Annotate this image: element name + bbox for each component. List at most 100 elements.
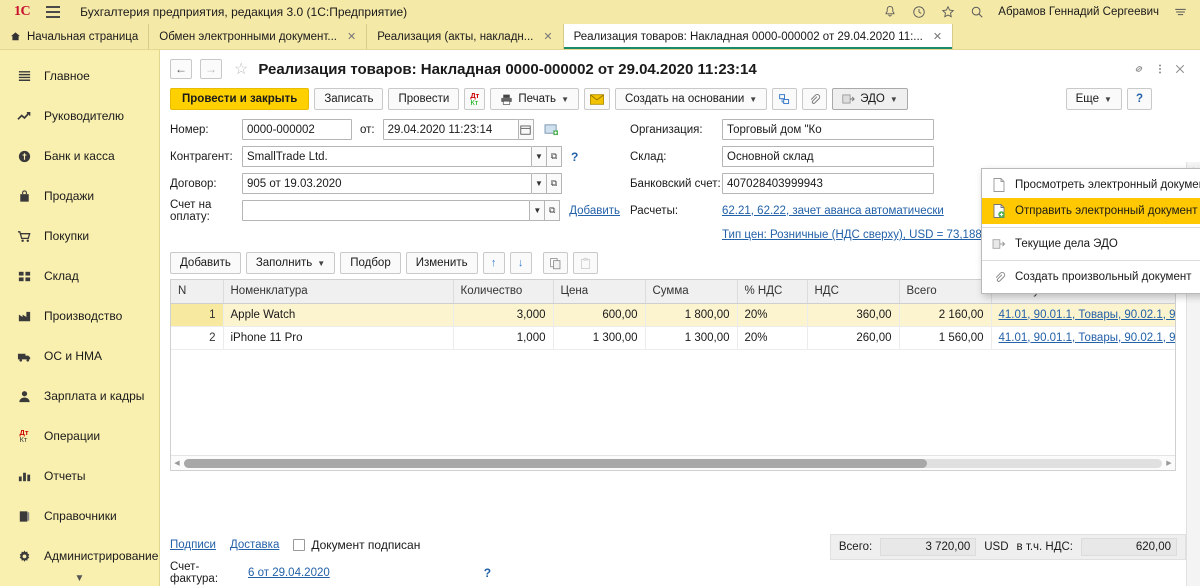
menu-item-current-edo-tasks[interactable]: Текущие дела ЭДО (982, 231, 1200, 257)
dt-kt-button[interactable]: Дт Кт (464, 88, 486, 110)
invoice-link[interactable]: 6 от 29.04.2020 (248, 567, 330, 579)
menu-item-view-document[interactable]: Просмотреть электронный документ (982, 172, 1200, 198)
invoice-help-icon[interactable]: ? (484, 566, 491, 580)
write-button[interactable]: Записать (314, 88, 384, 110)
contract-input[interactable]: 905 от 19.03.2020 (242, 173, 532, 194)
cell-accounts-link[interactable]: 41.01, 90.01.1, Товары, 90.02.1, 90.03 (999, 332, 1176, 344)
col-quantity[interactable]: Количество (453, 280, 554, 304)
add-link[interactable]: Добавить (569, 205, 620, 217)
close-icon[interactable] (1174, 63, 1186, 75)
bank-account-input[interactable]: 407028403999943 (722, 173, 934, 194)
select-value-icon[interactable]: ⧉ (545, 200, 561, 221)
cell-vat-rate[interactable]: 20% (737, 303, 808, 327)
create-based-on-button[interactable]: Создать на основании ▼ (614, 88, 768, 110)
close-icon[interactable]: ✕ (543, 30, 552, 43)
cell-quantity[interactable]: 1,000 (453, 326, 554, 350)
cell-nomenclature[interactable]: Apple Watch (223, 303, 454, 327)
table-row[interactable]: 2 iPhone 11 Pro 1,000 1 300,00 1 300,00 … (171, 326, 1176, 350)
copy-button[interactable] (542, 252, 568, 274)
logo-1c-icon[interactable]: 1C (8, 4, 31, 20)
tab-realization-document[interactable]: Реализация товаров: Накладная 0000-00000… (563, 24, 954, 49)
change-button[interactable]: Изменить (405, 252, 478, 274)
dropdown-arrow-icon[interactable]: ▼ (532, 146, 547, 167)
sidebar-item-warehouse[interactable]: Склад (0, 256, 159, 296)
add-row-button[interactable]: Добавить (170, 252, 241, 274)
col-price[interactable]: Цена (553, 280, 646, 304)
select-value-icon[interactable]: ⧉ (547, 173, 562, 194)
table-row[interactable]: 1 Apple Watch 3,000 600,00 1 800,00 20% … (171, 303, 1176, 327)
bell-icon[interactable] (882, 5, 897, 20)
cell-sum[interactable]: 1 800,00 (645, 303, 738, 327)
menu-item-send-document[interactable]: Отправить электронный документ (982, 198, 1200, 224)
col-nomenclature[interactable]: Номенклатура (223, 280, 454, 304)
counterparty-input[interactable]: SmallTrade Ltd. (242, 146, 532, 167)
date-input[interactable]: 29.04.2020 11:23:14 (382, 119, 519, 140)
sidebar-item-sales[interactable]: Продажи (0, 176, 159, 216)
sidebar-collapse-icon[interactable]: ▼ (0, 573, 159, 584)
sidebar-item-reports[interactable]: Отчеты (0, 456, 159, 496)
document-signed-checkbox[interactable] (293, 539, 306, 551)
price-type-link[interactable]: Тип цен: Розничные (НДС сверху), USD = 7… (722, 229, 1013, 241)
move-up-button[interactable]: ↑ (482, 252, 505, 274)
signatures-link[interactable]: Подписи (170, 539, 216, 551)
kebab-menu-icon[interactable] (1158, 62, 1162, 76)
dropdown-arrow-icon[interactable]: ▼ (530, 200, 546, 221)
cell-price[interactable]: 1 300,00 (553, 326, 646, 350)
sidebar-item-bank-cash[interactable]: Банк и касса (0, 136, 159, 176)
currency-icon[interactable] (544, 123, 559, 136)
help-button[interactable]: ? (1126, 88, 1152, 110)
fill-button[interactable]: Заполнить ▼ (245, 252, 336, 274)
sidebar-item-fixed-assets[interactable]: ОС и НМА (0, 336, 159, 376)
edo-button[interactable]: ЭДО ▼ (832, 88, 908, 110)
scroll-left-icon[interactable]: ◀ (171, 459, 183, 467)
close-icon[interactable]: ✕ (933, 30, 942, 43)
sidebar-item-catalogs[interactable]: Справочники (0, 496, 159, 536)
table-horizontal-scrollbar[interactable]: ◀ ▶ (171, 455, 1175, 470)
cell-sum[interactable]: 1 300,00 (645, 326, 738, 350)
sidebar-item-main[interactable]: Главное (0, 56, 159, 96)
post-and-close-button[interactable]: Провести и закрыть (170, 88, 310, 110)
sidebar-item-administration[interactable]: Администрирование (0, 536, 159, 576)
post-button[interactable]: Провести (388, 88, 460, 110)
cell-accounts-link[interactable]: 41.01, 90.01.1, Товары, 90.02.1, 90.03 (999, 309, 1176, 321)
envelope-button[interactable] (583, 88, 610, 110)
cell-total[interactable]: 2 160,00 (899, 303, 992, 327)
select-items-button[interactable]: Подбор (340, 252, 401, 274)
search-icon[interactable] (969, 5, 984, 20)
cell-quantity[interactable]: 3,000 (453, 303, 554, 327)
more-button[interactable]: Еще ▼ (1065, 88, 1122, 110)
counterparty-help-icon[interactable]: ? (571, 150, 578, 164)
number-input[interactable]: 0000-000002 (242, 119, 352, 140)
favorite-star-icon[interactable]: ☆ (234, 59, 248, 79)
scroll-track[interactable] (184, 458, 1162, 468)
cell-vat-rate[interactable]: 20% (737, 326, 808, 350)
cell-nomenclature[interactable]: iPhone 11 Pro (223, 326, 454, 350)
sidebar-item-payroll[interactable]: Зарплата и кадры (0, 376, 159, 416)
scroll-right-icon[interactable]: ▶ (1163, 459, 1175, 467)
calendar-icon[interactable] (518, 119, 534, 140)
sidebar-item-manager[interactable]: Руководителю (0, 96, 159, 136)
star-icon[interactable] (940, 5, 955, 20)
cell-price[interactable]: 600,00 (553, 303, 646, 327)
main-menu-icon[interactable] (46, 6, 61, 18)
attachments-button[interactable] (802, 88, 828, 110)
cell-vat[interactable]: 260,00 (807, 326, 900, 350)
paste-button[interactable] (572, 252, 598, 274)
cell-total[interactable]: 1 560,00 (899, 326, 992, 350)
col-sum[interactable]: Сумма (645, 280, 738, 304)
user-name[interactable]: Абрамов Геннадий Сергеевич (998, 6, 1159, 18)
forward-button[interactable]: → (200, 59, 222, 79)
sidebar-item-purchases[interactable]: Покупки (0, 216, 159, 256)
close-icon[interactable]: ✕ (347, 30, 356, 43)
tab-edo-exchange[interactable]: Обмен электронными документ... ✕ (149, 24, 368, 49)
history-icon[interactable] (911, 5, 926, 20)
tab-realization-list[interactable]: Реализация (акты, накладн... ✕ (367, 24, 564, 49)
select-value-icon[interactable]: ⧉ (547, 146, 562, 167)
sidebar-item-production[interactable]: Производство (0, 296, 159, 336)
warehouse-input[interactable]: Основной склад (722, 146, 934, 167)
settlements-link[interactable]: 62.21, 62.22, зачет аванса автоматически (722, 205, 944, 217)
dropdown-arrow-icon[interactable]: ▼ (532, 173, 547, 194)
print-button[interactable]: Печать ▼ (490, 88, 579, 110)
organization-input[interactable]: Торговый дом "Ко (722, 119, 934, 140)
sidebar-item-operations[interactable]: Дт Кт Операции (0, 416, 159, 456)
